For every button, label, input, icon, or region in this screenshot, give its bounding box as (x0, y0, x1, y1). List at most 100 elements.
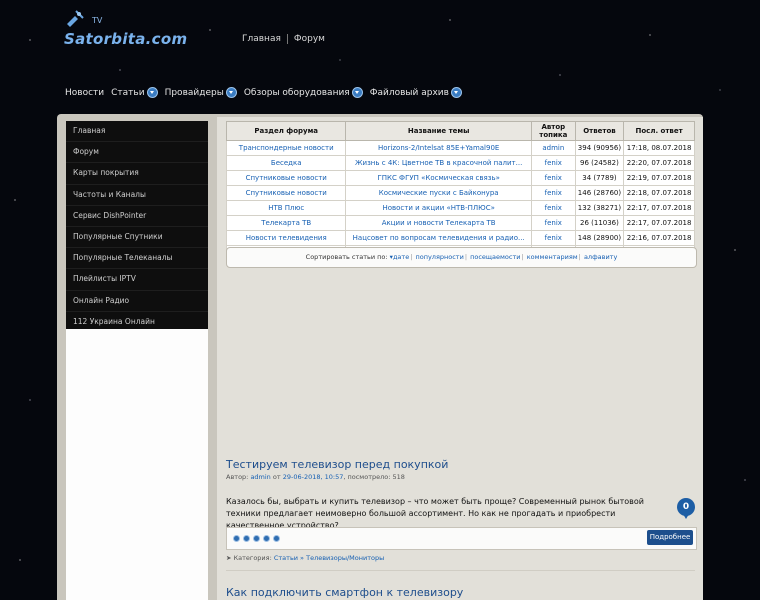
row-topic-link[interactable]: Жизнь с 4К: Цветное ТВ в красочной палит… (345, 155, 532, 171)
rating-dot-icon[interactable] (253, 535, 260, 542)
row-last-reply: 22:16, 07.07.2018 (623, 230, 695, 246)
rating-dot-icon[interactable] (233, 535, 240, 542)
row-topic-link[interactable]: Космические пуски с Байконура (345, 185, 532, 201)
sidebar-item-forum[interactable]: Форум (66, 142, 208, 164)
row-replies: 26 (11036) (574, 215, 625, 231)
article-title-2[interactable]: Как подключить смартфон к телевизору (226, 586, 463, 599)
chevron-right-icon: ➤ (226, 554, 232, 562)
rating-dot-icon[interactable] (243, 535, 250, 542)
chevron-down-icon[interactable] (450, 87, 462, 98)
nav-reviews[interactable]: Обзоры оборудования (244, 87, 363, 98)
row-topic-link[interactable]: ГПКС ФГУП «Космическая связь» (345, 170, 532, 186)
divider: | (464, 253, 468, 261)
article-meta: Автор: admin от 29-06-2018, 10:57, посмо… (226, 473, 405, 481)
col-author: Автор топика (530, 121, 576, 141)
chevron-down-icon[interactable] (225, 87, 237, 98)
row-last-reply: 22:19, 07.07.2018 (623, 170, 695, 186)
chevron-down-icon[interactable] (146, 87, 158, 98)
col-section: Раздел форума (225, 121, 347, 141)
meta-from-label: от (272, 473, 281, 481)
category-link[interactable]: Статьи » Телевизоры/Мониторы (274, 554, 384, 562)
row-section-link[interactable]: Новости телевидения (225, 230, 347, 246)
table-row: Телекарта ТВ Акции и новости Телекарта ТВ… (225, 215, 695, 231)
chevron-down-icon[interactable] (351, 87, 363, 98)
sidebar-item-coverage-maps[interactable]: Карты покрытия (66, 163, 208, 185)
forum-latest-table: Раздел форума Название темы Автор топика… (225, 121, 695, 261)
top-nav-forum[interactable]: Форум (288, 34, 331, 44)
nav-file-archive-label: Файловый архив (369, 87, 449, 98)
col-topic: Название темы (345, 121, 532, 141)
rating-dot-icon[interactable] (263, 535, 270, 542)
nav-providers[interactable]: Провайдеры (165, 87, 237, 98)
row-topic-link[interactable]: Акции и новости Телекарта ТВ (345, 215, 532, 231)
row-section-link[interactable]: Спутниковые новости (225, 185, 347, 201)
sidebar-item-dishpointer[interactable]: Сервис DishPointer (66, 206, 208, 227)
sidebar-item-popular-satellites[interactable]: Популярные Спутники (66, 227, 208, 249)
sort-by-date[interactable]: дате (393, 253, 409, 261)
top-nav-home[interactable]: Главная (236, 34, 287, 44)
row-author-link[interactable]: admin (530, 140, 576, 156)
sidebar-item-home[interactable]: Главная (66, 121, 208, 143)
row-topic-link[interactable]: Нацсовет по вопросам телевидения и радио… (345, 230, 532, 246)
row-author-link[interactable]: fenix (530, 170, 576, 186)
sidebar-blank-area (66, 329, 208, 600)
row-author-link[interactable]: fenix (530, 155, 576, 171)
row-topic-link[interactable]: Новости и акции «НТВ-ПЛЮС» (345, 200, 532, 216)
row-section-link[interactable]: Транспондерные новости (225, 140, 347, 156)
sort-by-alphabet[interactable]: алфавиту (584, 253, 617, 261)
category-label: Категория: (233, 554, 272, 562)
row-last-reply: 22:17, 07.07.2018 (623, 200, 695, 216)
table-row: Новости телевидения Нацсовет по вопросам … (225, 230, 695, 246)
sort-by-comments[interactable]: комментариям (527, 253, 578, 261)
row-section-link[interactable]: Спутниковые новости (225, 170, 347, 186)
row-author-link[interactable]: fenix (530, 230, 576, 246)
row-author-link[interactable]: fenix (530, 200, 576, 216)
top-nav: Главная Форум (236, 34, 331, 44)
sidebar-menu: Главная Форум Карты покрытия Частоты и К… (66, 121, 208, 333)
article-category: ➤ Категория: Статьи » Телевизоры/Монитор… (226, 554, 384, 562)
sidebar-item-iptv-playlists[interactable]: Плейлисты IPTV (66, 269, 208, 291)
satellite-icon (67, 10, 84, 27)
row-author-link[interactable]: fenix (530, 185, 576, 201)
nav-articles[interactable]: Статьи (111, 87, 158, 98)
table-header-row: Раздел форума Название темы Автор топика… (225, 121, 695, 141)
nav-providers-label: Провайдеры (164, 87, 224, 98)
article-title[interactable]: Тестируем телевизор перед покупкой (226, 458, 448, 471)
row-section-link[interactable]: Беседка (225, 155, 347, 171)
rating-dot-icon[interactable] (273, 535, 280, 542)
article-divider (226, 570, 695, 571)
article-author-link[interactable]: admin (250, 473, 270, 481)
row-section-link[interactable]: НТВ Плюс (225, 200, 347, 216)
sort-by-popularity[interactable]: популярности (415, 253, 463, 261)
read-more-button[interactable]: Подробнее (647, 530, 693, 545)
row-author-link[interactable]: fenix (530, 215, 576, 231)
sidebar-item-online-radio[interactable]: Онлайн Радио (66, 291, 208, 312)
sidebar-item-frequencies[interactable]: Частоты и Каналы (66, 185, 208, 206)
sidebar-item-popular-channels[interactable]: Популярные Телеканалы (66, 248, 208, 270)
table-row: Беседка Жизнь с 4К: Цветное ТВ в красочно… (225, 155, 695, 171)
nav-news-label: Новости (65, 87, 105, 98)
sort-by-views[interactable]: посещаемости (470, 253, 520, 261)
row-last-reply: 22:17, 07.07.2018 (623, 215, 695, 231)
comments-count-badge[interactable]: 0 (677, 498, 695, 519)
nav-news[interactable]: Новости (65, 87, 104, 98)
row-last-reply: 17:18, 08.07.2018 (623, 140, 695, 156)
row-topic-link[interactable]: Horizons-2/Intelsat 85E+Yamal90E (345, 140, 532, 156)
rating-stars[interactable] (233, 535, 280, 542)
nav-file-archive[interactable]: Файловый архив (370, 87, 462, 98)
row-replies: 394 (90956) (574, 140, 625, 156)
row-replies: 146 (28760) (574, 185, 625, 201)
logo-tv-label: TV (92, 16, 103, 25)
sort-bar: Сортировать статьи по: ▾дате| популярнос… (226, 247, 697, 268)
row-last-reply: 22:20, 07.07.2018 (623, 155, 695, 171)
site-logo[interactable]: TV Satorbita.com (64, 8, 187, 48)
col-replies: Ответов (574, 121, 625, 141)
row-replies: 34 (7789) (574, 170, 625, 186)
article-date-link[interactable]: 29-06-2018, 10:57 (283, 473, 344, 481)
nav-articles-label: Статьи (111, 87, 145, 98)
row-section-link[interactable]: Телекарта ТВ (225, 215, 347, 231)
divider: | (578, 253, 581, 261)
table-row: Спутниковые новости Космические пуски с Б… (225, 185, 695, 201)
row-last-reply: 22:18, 07.07.2018 (623, 185, 695, 201)
table-row: Спутниковые новости ГПКС ФГУП «Космическа… (225, 170, 695, 186)
